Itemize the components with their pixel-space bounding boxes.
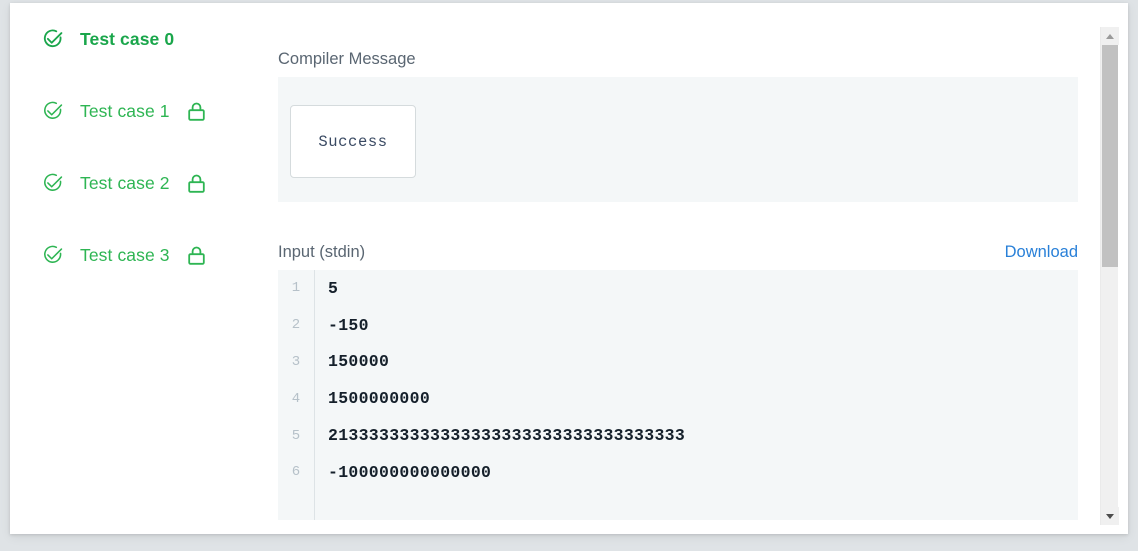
line-content: -150 xyxy=(328,315,369,335)
line-number: 3 xyxy=(291,353,301,370)
scrollbar-thumb[interactable] xyxy=(1102,45,1118,267)
line-number: 6 xyxy=(291,464,301,481)
testcase-item-0[interactable]: Test case 0 xyxy=(22,17,266,61)
check-circle-icon xyxy=(44,173,63,191)
lock-icon xyxy=(187,102,205,121)
scroll-down-button[interactable] xyxy=(1101,507,1119,525)
testcase-label: Test case 2 xyxy=(80,172,170,193)
testcase-list: Test case 0 Test case 1 Test case 2 Test… xyxy=(22,17,266,305)
code-line: 5 21333333333333333333333333333333333 xyxy=(278,417,1078,454)
scroll-up-button[interactable] xyxy=(1101,27,1119,45)
vertical-scrollbar[interactable] xyxy=(1100,27,1119,525)
line-content: 5 xyxy=(328,278,339,298)
line-content: 150000 xyxy=(328,352,390,372)
compiler-status-chip: Success xyxy=(290,105,416,178)
lock-icon xyxy=(187,174,205,193)
testcase-label: Test case 0 xyxy=(80,28,175,49)
code-line: 3 150000 xyxy=(278,344,1078,381)
code-line: 1 5 xyxy=(278,270,1078,307)
code-line: 4 1500000000 xyxy=(278,380,1078,417)
code-line: 6 -100000000000000 xyxy=(278,454,1078,491)
check-circle-icon xyxy=(44,101,63,119)
line-number: 5 xyxy=(291,427,301,444)
testcase-detail-panel: Compiler Message Success Input (stdin) D… xyxy=(278,17,1078,520)
testcase-item-1[interactable]: Test case 1 xyxy=(22,89,266,133)
line-number: 4 xyxy=(291,390,301,407)
testcase-item-2[interactable]: Test case 2 xyxy=(22,161,266,205)
testcase-label: Test case 1 xyxy=(80,100,170,121)
input-stdin-code-panel: 1 5 2 -150 3 150000 4 1500000000 5 2 1 333… xyxy=(278,270,1078,520)
download-input-link[interactable]: Download xyxy=(1005,243,1078,262)
compiler-message-label: Compiler Message xyxy=(278,50,416,68)
chevron-up-icon xyxy=(1106,33,1114,39)
lock-icon xyxy=(187,246,205,265)
testcase-label: Test case 3 xyxy=(80,244,170,265)
line-content: 1500000000 xyxy=(328,389,431,409)
line-content: -100000000000000 xyxy=(328,462,492,482)
line-number: 1 xyxy=(291,280,301,297)
check-circle-icon xyxy=(43,29,63,48)
line-content: 21333333333333333333333333333333333 xyxy=(328,426,686,446)
code-line: 2 -150 xyxy=(278,307,1078,344)
testcase-item-3[interactable]: Test case 3 xyxy=(22,233,266,277)
check-circle-icon xyxy=(44,245,63,263)
input-stdin-label: Input (stdin) xyxy=(278,243,366,261)
compiler-message-panel: Success xyxy=(278,77,1078,202)
chevron-down-icon xyxy=(1106,513,1114,519)
page-root: Test case 0 Test case 1 Test case 2 Test… xyxy=(0,0,1138,551)
line-number: 2 xyxy=(291,317,301,334)
results-card: Test case 0 Test case 1 Test case 2 Test… xyxy=(10,3,1128,534)
